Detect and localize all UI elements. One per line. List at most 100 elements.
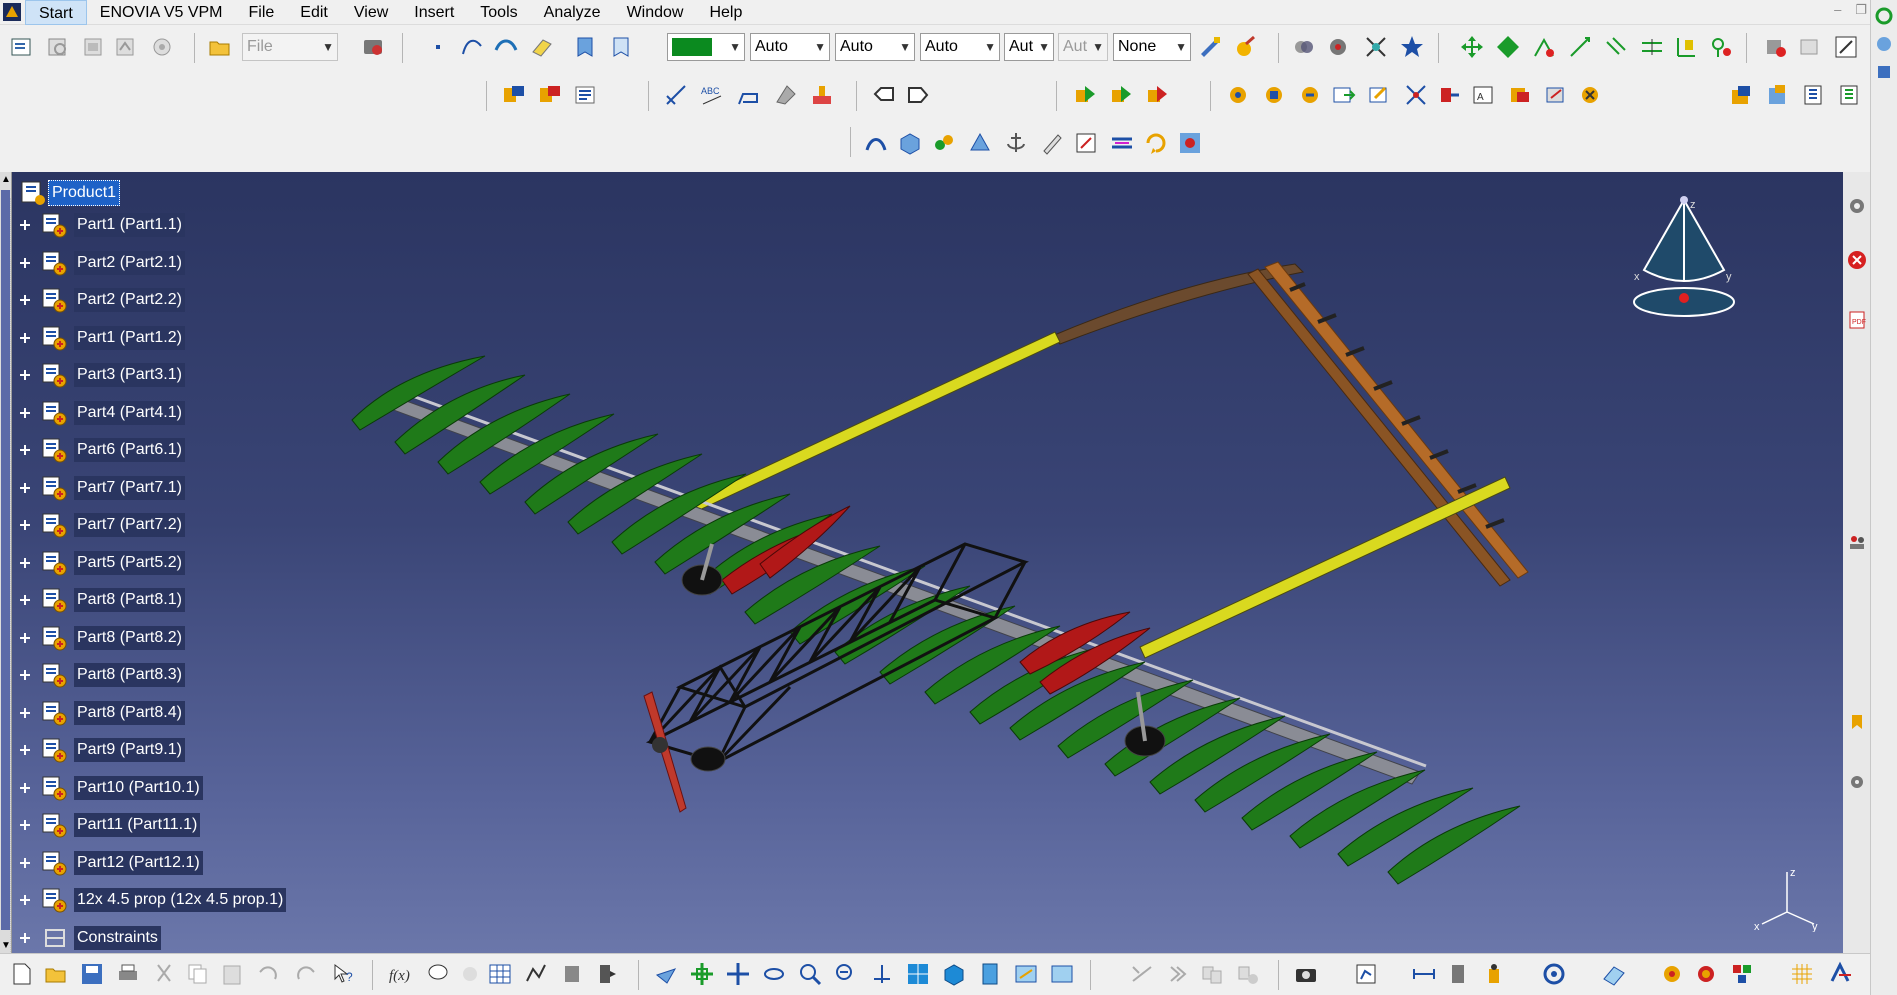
contact-constraint-icon[interactable] (1602, 33, 1630, 61)
label-icon[interactable] (904, 81, 932, 109)
replace-component-icon[interactable] (44, 33, 72, 61)
product-structure-icon[interactable] (1800, 81, 1828, 109)
whats-this-icon[interactable]: ? (330, 960, 358, 988)
bookmark-icon[interactable] (1847, 712, 1867, 732)
open-icon[interactable] (42, 960, 70, 988)
rendering-combo[interactable]: None ▼ (1113, 33, 1191, 61)
formula-icon[interactable]: f(x) (386, 960, 414, 988)
paste-icon[interactable] (218, 960, 246, 988)
catalog-icon[interactable] (1224, 81, 1252, 109)
flag-note-icon[interactable] (734, 81, 762, 109)
fix-component-icon[interactable] (1706, 33, 1734, 61)
swap-space-icon[interactable] (1048, 960, 1076, 988)
view-compass[interactable]: z x y (1620, 188, 1740, 328)
expand-plus-icon[interactable] (18, 818, 32, 832)
new-component-icon[interactable] (572, 81, 600, 109)
graph-icon[interactable] (522, 960, 550, 988)
scrollbar-thumb[interactable] (1, 190, 10, 930)
info-icon[interactable] (456, 960, 484, 988)
expand-plus-icon[interactable] (18, 593, 32, 607)
normal-view-icon[interactable] (868, 960, 896, 988)
measure-between-icon[interactable] (1410, 960, 1438, 988)
measure-icon[interactable] (1072, 129, 1100, 157)
sweep-icon[interactable] (528, 33, 556, 61)
forward-icon[interactable] (1164, 960, 1192, 988)
menu-enovia[interactable]: ENOVIA V5 VPM (87, 0, 236, 25)
refresh-status-icon[interactable] (1874, 6, 1894, 26)
knowledge-icon[interactable] (1176, 129, 1204, 157)
explode-icon[interactable] (1362, 33, 1390, 61)
capture-icon[interactable] (1292, 960, 1320, 988)
expand-plus-icon[interactable] (18, 893, 32, 907)
expand-plus-icon[interactable] (18, 331, 32, 345)
point-type-combo[interactable]: Auto ▼ (920, 33, 1000, 61)
menu-start[interactable]: Start (25, 0, 87, 25)
people-icon[interactable] (1847, 532, 1867, 552)
product-properties-icon[interactable] (8, 33, 36, 61)
existing-with-positioning-icon[interactable] (536, 81, 564, 109)
menu-window[interactable]: Window (614, 0, 697, 25)
offset-constraint-icon[interactable] (1638, 33, 1666, 61)
expand-plus-icon[interactable] (18, 631, 32, 645)
menu-file[interactable]: File (236, 0, 288, 25)
table-icon[interactable] (486, 960, 514, 988)
bill-icon[interactable] (594, 960, 622, 988)
numbering-icon[interactable] (148, 33, 176, 61)
gear-icon[interactable] (1847, 196, 1867, 216)
reuse-pattern-icon[interactable] (1366, 81, 1394, 109)
menu-tools[interactable]: Tools (467, 0, 530, 25)
scroll-up-icon[interactable]: ▲ (1, 174, 11, 185)
symmetry-icon[interactable] (1330, 81, 1358, 109)
shading-icon[interactable] (976, 960, 1004, 988)
new-icon[interactable] (8, 960, 36, 988)
hide-icon[interactable] (1012, 960, 1040, 988)
duplicate-icon[interactable] (1198, 960, 1226, 988)
save-management-icon[interactable] (1144, 81, 1172, 109)
redo-icon[interactable] (292, 960, 320, 988)
cube-view-icon[interactable] (896, 129, 924, 157)
zoom-in-icon[interactable] (796, 960, 824, 988)
apply-material-icon[interactable] (1232, 33, 1260, 61)
sun-render-icon[interactable] (1658, 960, 1686, 988)
hide-show-icon[interactable] (608, 33, 636, 61)
expand-plus-icon[interactable] (18, 931, 32, 945)
aircraft-model[interactable] (0, 172, 1843, 953)
assembly-features-icon[interactable]: A (1470, 81, 1498, 109)
cut-icon[interactable] (150, 960, 178, 988)
fly-mode-icon[interactable] (652, 960, 680, 988)
iso-view-icon[interactable] (940, 960, 968, 988)
knowledge-advisor-icon[interactable] (1540, 960, 1568, 988)
close-icon[interactable] (1847, 250, 1867, 270)
split-icon[interactable] (1506, 81, 1534, 109)
expand-plus-icon[interactable] (18, 518, 32, 532)
undo-icon[interactable] (254, 960, 282, 988)
smart-move-icon[interactable] (1530, 33, 1558, 61)
grid-icon[interactable] (1788, 960, 1816, 988)
transparency-combo[interactable]: Aut ▼ (1058, 33, 1108, 61)
reorder-icon[interactable] (112, 33, 140, 61)
snap-icon[interactable] (1494, 33, 1522, 61)
menu-insert[interactable]: Insert (401, 0, 467, 25)
sectioning-icon[interactable] (1398, 33, 1426, 61)
restore-icon[interactable]: ❐ (1855, 2, 1867, 18)
expand-plus-icon[interactable] (18, 218, 32, 232)
fit-all-in-icon[interactable] (1832, 33, 1860, 61)
pdf-icon[interactable]: PDF (1847, 310, 1867, 330)
analysis-icon[interactable] (1352, 960, 1380, 988)
transform-icon[interactable] (1128, 960, 1156, 988)
catalog-browser-icon[interactable] (360, 33, 388, 61)
point-icon[interactable] (424, 33, 452, 61)
expand-plus-icon[interactable] (18, 368, 32, 382)
cloud-icon[interactable] (1874, 34, 1894, 54)
save-icon[interactable] (78, 960, 106, 988)
3d-viewport[interactable]: z x y z x y (0, 172, 1843, 953)
bom-icon[interactable] (1072, 81, 1100, 109)
reflect-lines-icon[interactable] (1108, 129, 1136, 157)
apply-material-bottom-icon[interactable] (1728, 960, 1756, 988)
flexible-subassembly-icon[interactable] (930, 129, 958, 157)
menu-analyze[interactable]: Analyze (531, 0, 614, 25)
line-type-combo[interactable]: Auto ▼ (750, 33, 830, 61)
expand-plus-icon[interactable] (18, 706, 32, 720)
constraint-icon[interactable] (862, 129, 890, 157)
view-link-icon[interactable] (870, 81, 898, 109)
